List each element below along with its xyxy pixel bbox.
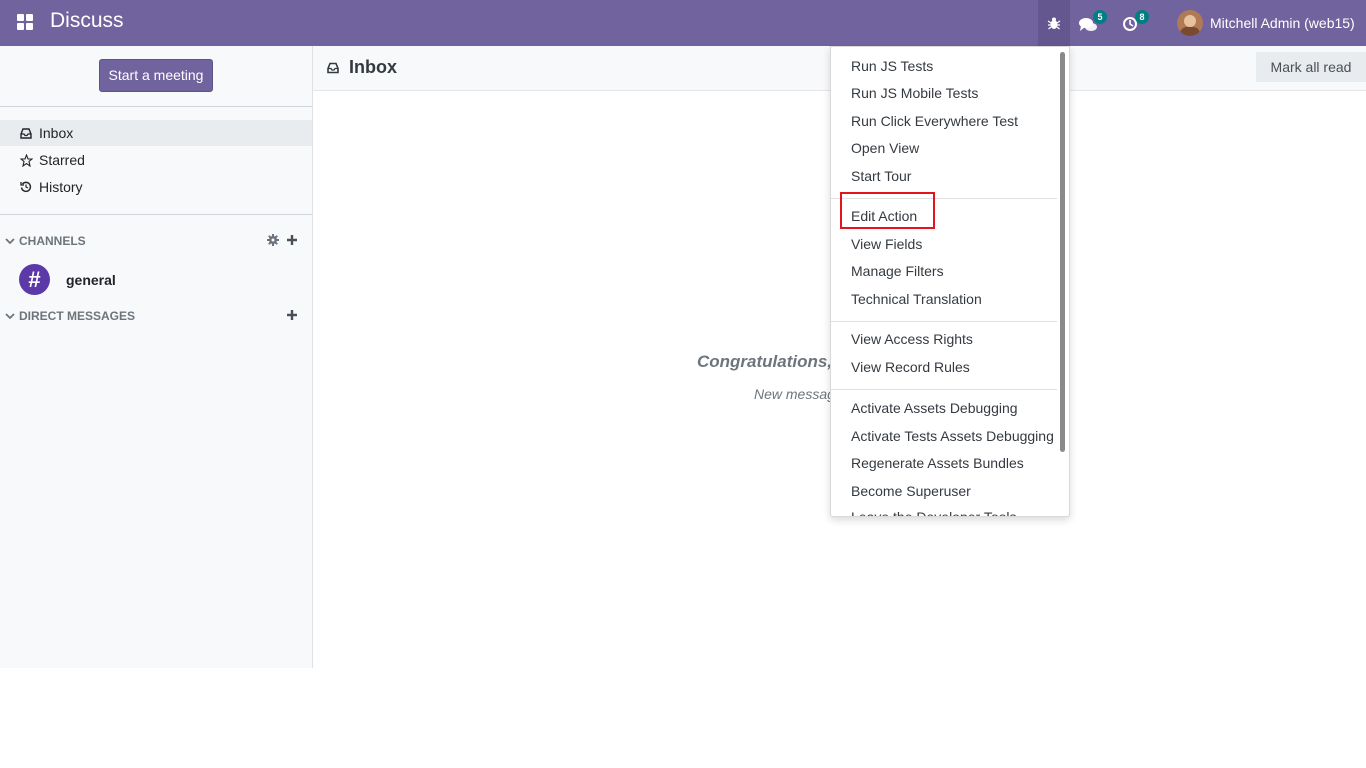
star-icon [19,153,33,167]
plus-icon[interactable] [286,234,298,246]
channel-item-general[interactable]: # general [19,264,116,295]
menu-divider [831,389,1057,390]
menu-item-regenerate-assets-bundles[interactable]: Regenerate Assets Bundles [851,455,1024,471]
sidebar-item-label: Inbox [39,125,74,141]
divider [0,214,312,215]
empty-state-subtitle: New messag [754,386,835,402]
channel-name: general [66,271,116,288]
divider [0,106,312,107]
app-brand[interactable]: Discuss [50,9,124,33]
chevron-down-icon [5,238,15,245]
sidebar-item-label: Starred [39,152,85,168]
menu-item-view-access-rights[interactable]: View Access Rights [851,331,973,347]
mark-all-read-button[interactable]: Mark all read [1256,52,1366,82]
menu-item-activate-assets-debugging[interactable]: Activate Assets Debugging [851,400,1018,416]
start-meeting-button[interactable]: Start a meeting [99,59,213,92]
grid-apps-icon[interactable] [17,14,33,30]
menu-item-technical-translation[interactable]: Technical Translation [851,291,982,307]
debug-menu-toggle[interactable] [1038,0,1070,46]
menu-item-run-click-everywhere-test[interactable]: Run Click Everywhere Test [851,113,1018,129]
menu-item-manage-filters[interactable]: Manage Filters [851,263,944,279]
menu-item-start-tour[interactable]: Start Tour [851,168,911,184]
discuss-sidebar: Start a meeting Inbox Starred History CH… [0,46,313,668]
debug-dropdown-menu: Run JS Tests Run JS Mobile Tests Run Cli… [830,46,1070,517]
gear-icon[interactable] [267,234,279,246]
menu-item-activate-tests-assets-debugging[interactable]: Activate Tests Assets Debugging [851,428,1054,444]
empty-state-title: Congratulations, [697,352,833,371]
menu-item-view-fields[interactable]: View Fields [851,236,922,252]
menu-item-become-superuser[interactable]: Become Superuser [851,483,971,499]
channels-category[interactable]: CHANNELS [0,231,312,251]
sidebar-item-label: History [39,179,83,195]
bug-icon [1047,17,1061,30]
menu-item-run-js-tests[interactable]: Run JS Tests [851,58,933,74]
hash-icon: # [19,264,50,295]
sidebar-item-inbox[interactable]: Inbox [0,120,312,146]
inbox-icon [327,62,339,73]
top-navbar: Discuss 5 8 Mitchell Admin (web15) [0,0,1366,46]
activity-badge: 8 [1135,10,1149,24]
sidebar-item-history[interactable]: History [0,174,312,200]
page-title: Inbox [327,57,397,78]
activity-menu[interactable]: 8 [1120,10,1150,36]
chevron-down-icon [5,313,15,320]
plus-icon[interactable] [286,309,298,321]
messaging-menu[interactable]: 5 [1078,10,1108,36]
avatar [1177,10,1203,36]
sidebar-item-starred[interactable]: Starred [0,147,312,173]
menu-item-open-view[interactable]: Open View [851,140,919,156]
dropdown-scrollbar[interactable] [1060,52,1065,452]
channels-header: CHANNELS [19,234,86,248]
menu-item-run-js-mobile-tests[interactable]: Run JS Mobile Tests [851,85,978,101]
direct-messages-header: DIRECT MESSAGES [19,309,136,323]
inbox-icon [19,126,33,140]
user-name: Mitchell Admin (web15) [1210,15,1355,31]
history-icon [19,180,33,194]
highlight-box [840,192,935,229]
page-title-text: Inbox [349,57,397,77]
menu-item-leave-developer-tools[interactable]: Leave the Developer Tools [851,509,1017,516]
user-menu[interactable]: Mitchell Admin (web15) [1177,9,1355,37]
menu-divider [831,321,1057,322]
chat-badge: 5 [1093,10,1107,24]
menu-item-view-record-rules[interactable]: View Record Rules [851,359,970,375]
direct-messages-category[interactable]: DIRECT MESSAGES [0,306,312,326]
